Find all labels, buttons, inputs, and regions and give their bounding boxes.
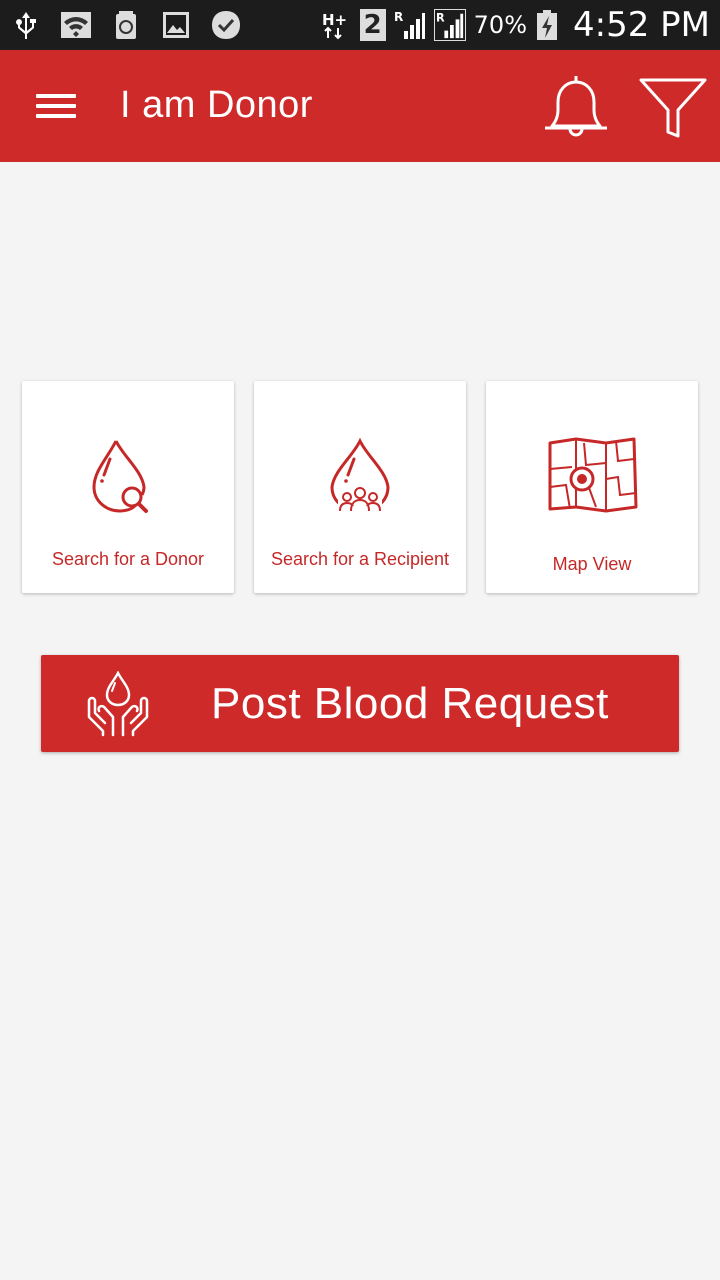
battery-percent: 70%: [473, 11, 527, 39]
clock: 4:52 PM: [573, 5, 710, 45]
svg-text:R: R: [436, 11, 445, 24]
bell-icon: [545, 76, 607, 137]
blood-drop-search-icon: [22, 437, 234, 517]
signal-roaming-icon: R: [394, 9, 426, 41]
post-blood-request-button[interactable]: Post Blood Request: [41, 655, 679, 752]
h-plus-data-icon: H+: [320, 9, 352, 41]
battery-charging-icon: [535, 9, 559, 41]
gallery-icon: [160, 9, 192, 41]
signal-roaming-icon: R: [433, 9, 466, 41]
menu-button[interactable]: [30, 86, 82, 126]
map-view-label: Map View: [552, 554, 632, 574]
usb-icon: [10, 9, 42, 41]
hands-blood-drop-icon: [85, 670, 151, 737]
page-title: I am Donor: [120, 84, 313, 126]
map-view-card[interactable]: Map View: [486, 381, 698, 593]
search-donor-card[interactable]: Search for a Donor: [22, 381, 234, 593]
check-bubble-icon: [210, 9, 242, 41]
wifi-icon: [60, 9, 92, 41]
app-bar: I am Donor: [0, 50, 720, 162]
svg-text:H+: H+: [322, 11, 347, 29]
map-pin-icon: [486, 435, 698, 515]
recycle-icon: [110, 9, 142, 41]
status-right: H+ 2 R R 70% 4:52 PM: [320, 5, 710, 45]
status-left: [10, 9, 242, 41]
sim-slot-number: 2: [363, 10, 382, 40]
sim-slot-badge: 2: [359, 9, 386, 41]
filter-icon: [639, 78, 707, 138]
blood-drop-people-icon: [254, 437, 466, 517]
search-donor-label: Search for a Donor: [51, 549, 205, 569]
notifications-button[interactable]: [540, 72, 612, 140]
svg-text:R: R: [394, 10, 403, 24]
post-blood-request-label: Post Blood Request: [211, 679, 609, 728]
search-recipient-label: Search for a Recipient: [270, 549, 450, 569]
filter-button[interactable]: [638, 74, 708, 140]
search-recipient-card[interactable]: Search for a Recipient: [254, 381, 466, 593]
status-bar: H+ 2 R R 70% 4:52 PM: [0, 0, 720, 50]
